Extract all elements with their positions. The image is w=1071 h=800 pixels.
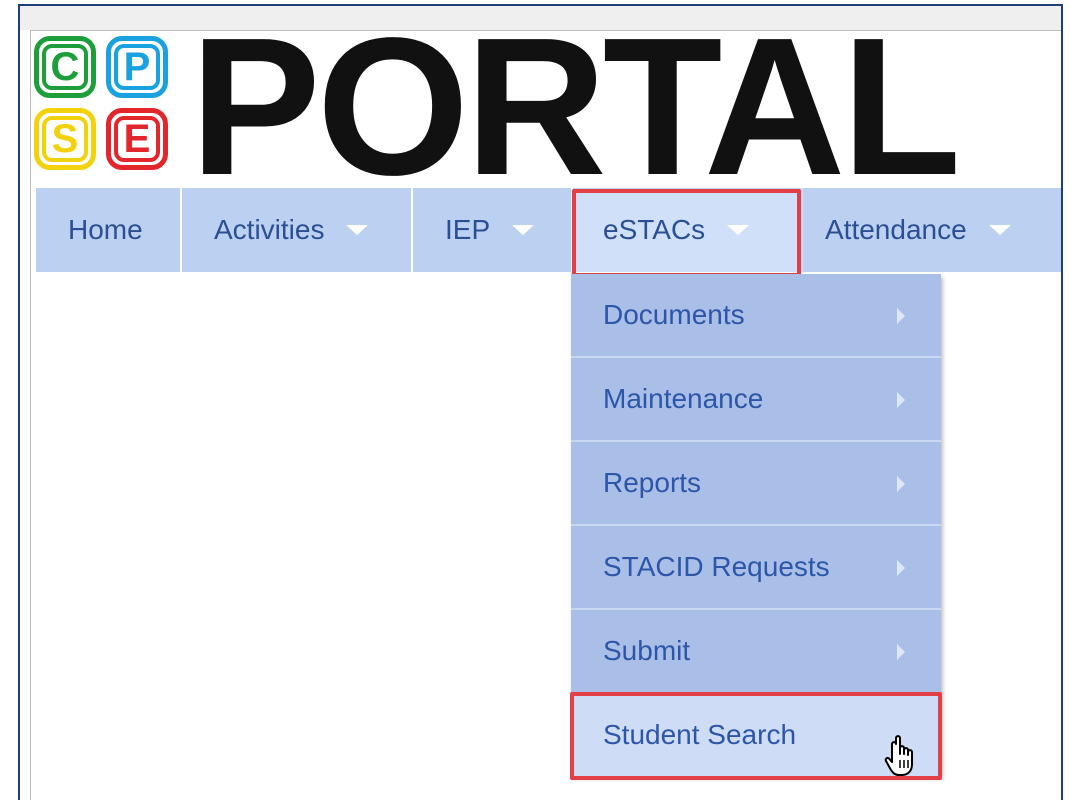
menu-item-reports[interactable]: Reports [571, 442, 941, 526]
logo-tile-s: S [34, 108, 96, 170]
estacs-highlight-box [572, 189, 801, 277]
triangle-right-icon [897, 392, 905, 408]
nav-item-label: Home [68, 214, 143, 245]
menu-item-submit[interactable]: Submit [571, 610, 941, 694]
menu-item-maintenance[interactable]: Maintenance [571, 358, 941, 442]
nav-item-activities[interactable]: Activities [182, 188, 413, 272]
caret-down-icon [988, 225, 1011, 235]
menu-item-label: Reports [603, 467, 702, 498]
portal-wordmark: PORTAL [190, 0, 961, 216]
triangle-right-icon [897, 560, 905, 576]
triangle-right-icon [897, 644, 905, 660]
nav-item-label: IEP [445, 214, 491, 245]
nav-item-attendance[interactable]: Attendance [803, 188, 1061, 272]
menu-item-label: STACID Requests [603, 551, 830, 582]
logo-tile-e: E [106, 108, 168, 170]
menu-item-stacid-requests[interactable]: STACID Requests [571, 526, 941, 610]
nav-item-home[interactable]: Home [36, 188, 182, 272]
triangle-right-icon [897, 476, 905, 492]
menu-item-label: Submit [603, 635, 691, 666]
menu-item-label: Maintenance [603, 383, 764, 414]
nav-item-label: Activities [214, 214, 325, 245]
menu-item-label: Documents [603, 299, 745, 330]
caret-down-icon [346, 225, 369, 235]
logo-tile-p: P [106, 36, 168, 98]
nav-item-label: Attendance [825, 214, 967, 245]
nav-item-iep[interactable]: IEP [413, 188, 573, 272]
caret-down-icon [512, 225, 535, 235]
cpse-logo: C P S E [34, 36, 178, 180]
triangle-right-icon [897, 308, 905, 324]
logo-tile-c: C [34, 36, 96, 98]
hand-pointer-icon [884, 735, 913, 776]
menu-item-documents[interactable]: Documents [571, 274, 941, 358]
main-navbar: Home Activities IEP eSTACs Attendance [36, 188, 1061, 272]
